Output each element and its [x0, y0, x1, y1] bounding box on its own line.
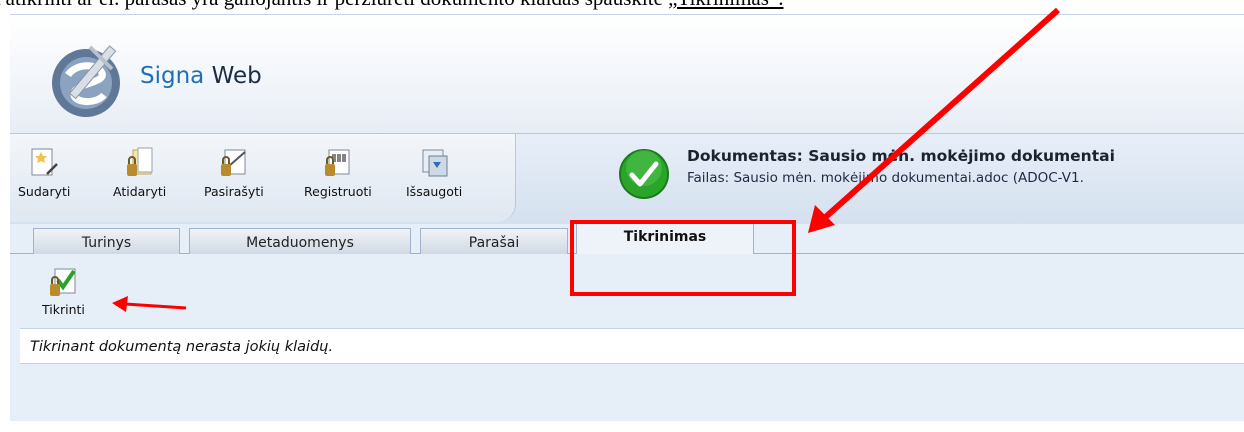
- sign-button-label: Pasirašyti: [204, 184, 264, 199]
- verification-panel: Tikrinti Tikrinant dokumentą nerasta jok…: [20, 254, 1244, 408]
- caption-text: Patikrinti ar el. parašas yra galiojanti…: [0, 0, 668, 10]
- tab-parasai[interactable]: Parašai: [420, 228, 568, 254]
- tab-turinys[interactable]: Turinys: [33, 228, 180, 254]
- sign-button[interactable]: Pasirašyti: [204, 146, 264, 199]
- create-button[interactable]: Sudaryti: [18, 146, 70, 199]
- verification-result-message: Tikrinant dokumentą nerasta jokių klaidų…: [20, 328, 1244, 364]
- tab-bar: Turinys Metaduomenys Parašai Tikrinimas: [10, 223, 1244, 255]
- valid-check-icon: [618, 148, 670, 200]
- document-title: Dokumentas: Sausio mėn. mokėjimo dokumen…: [687, 147, 1115, 165]
- tab-tikrinimas[interactable]: Tikrinimas: [576, 223, 754, 255]
- document-file-name: Failas: Sausio mėn. mokėjimo dokumentai.…: [687, 170, 1084, 186]
- open-folder-icon: [126, 147, 153, 176]
- verify-button[interactable]: Tikrinti: [42, 266, 85, 317]
- caption-link: „Tikrinimas“.: [668, 0, 783, 10]
- create-button-label: Sudaryti: [18, 184, 71, 199]
- main-toolbar: Sudaryti Atidaryti Pasirašyti Registruot…: [10, 133, 1244, 224]
- app-header: Signa Web: [10, 15, 1244, 133]
- sign-document-icon: [220, 149, 246, 176]
- save-button[interactable]: Išsaugoti: [406, 146, 462, 199]
- save-button-label: Išsaugoti: [406, 184, 463, 199]
- brand-web: Web: [211, 63, 262, 89]
- app-brand: Signa Web: [140, 63, 262, 89]
- toolbar-button-panel: Sudaryti Atidaryti Pasirašyti Registruot…: [10, 134, 516, 222]
- brand-signa: Signa: [140, 63, 205, 89]
- signa-web-window: Signa Web Sudaryti Atidaryti Pasirašyti …: [10, 14, 1244, 421]
- signa-logo-icon: [46, 39, 132, 125]
- create-document-icon: [31, 148, 59, 176]
- register-button[interactable]: Registruoti: [304, 146, 372, 199]
- verify-check-icon: [50, 268, 77, 296]
- instruction-caption: Patikrinti ar el. parašas yra galiojanti…: [0, 0, 783, 11]
- register-button-label: Registruoti: [304, 184, 372, 199]
- tab-metaduomenys[interactable]: Metaduomenys: [189, 228, 411, 254]
- save-document-icon: [422, 149, 448, 177]
- verify-button-label: Tikrinti: [42, 302, 85, 317]
- register-document-icon: [324, 149, 350, 176]
- open-button[interactable]: Atidaryti: [113, 146, 166, 199]
- open-button-label: Atidaryti: [113, 184, 167, 199]
